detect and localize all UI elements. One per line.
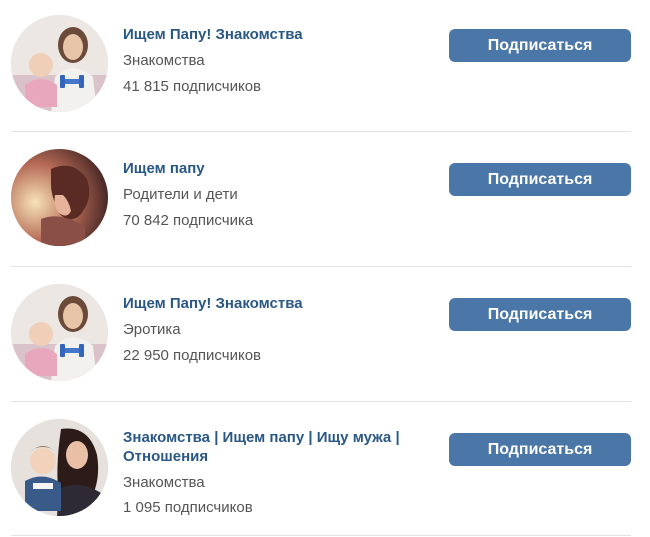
group-avatar[interactable] bbox=[11, 149, 108, 246]
woman-with-baby-dumbbell-avatar-icon bbox=[11, 15, 108, 112]
subscribe-button[interactable]: Подписаться bbox=[449, 29, 631, 62]
group-category: Родители и дети bbox=[123, 186, 238, 203]
group-name-link[interactable]: Ищем Папу! Знакомства bbox=[123, 25, 423, 44]
subscriber-count: 41 815 подписчиков bbox=[123, 78, 262, 95]
group-avatar[interactable] bbox=[11, 419, 108, 516]
group-name-link[interactable]: Знакомства | Ищем папу | Ищу мужа | Отно… bbox=[123, 428, 423, 466]
divider bbox=[11, 401, 631, 402]
group-category: Эротика bbox=[123, 321, 181, 338]
list-item: Ищем папу Родители и дети 70 842 подписч… bbox=[0, 134, 650, 268]
subscribe-button[interactable]: Подписаться bbox=[449, 163, 631, 196]
divider bbox=[11, 266, 631, 267]
divider bbox=[11, 131, 631, 132]
group-avatar[interactable] bbox=[11, 15, 108, 112]
group-category: Знакомства bbox=[123, 52, 205, 69]
group-category: Знакомства bbox=[123, 474, 205, 491]
subscribe-button[interactable]: Подписаться bbox=[449, 433, 631, 466]
subscriber-count: 22 950 подписчиков bbox=[123, 347, 262, 364]
subscriber-count: 1 095 подписчиков bbox=[123, 499, 253, 516]
woman-holding-child-avatar-icon bbox=[11, 419, 108, 516]
subscribe-button[interactable]: Подписаться bbox=[449, 298, 631, 331]
list-item: Знакомства | Ищем папу | Ищу мужа | Отно… bbox=[0, 403, 650, 537]
group-list: Ищем Папу! Знакомства Знакомства 41 815 … bbox=[0, 0, 650, 536]
subscriber-count: 70 842 подписчика bbox=[123, 212, 254, 229]
list-item: Ищем Папу! Знакомства Знакомства 41 815 … bbox=[0, 0, 650, 134]
group-name-link[interactable]: Ищем Папу! Знакомства bbox=[123, 294, 423, 313]
woman-with-baby-dumbbell-avatar-icon bbox=[11, 284, 108, 381]
list-item: Ищем Папу! Знакомства Эротика 22 950 под… bbox=[0, 269, 650, 403]
group-avatar[interactable] bbox=[11, 284, 108, 381]
group-name-link[interactable]: Ищем папу bbox=[123, 159, 423, 178]
child-profile-sunset-avatar-icon bbox=[11, 149, 108, 246]
